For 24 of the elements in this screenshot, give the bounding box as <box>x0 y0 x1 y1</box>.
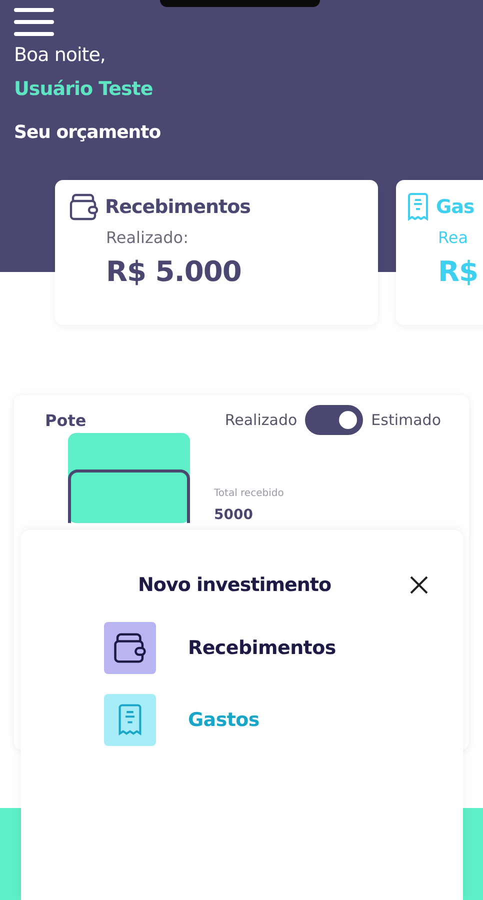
menu-icon[interactable] <box>14 8 56 38</box>
toggle-switch[interactable] <box>305 405 364 435</box>
wallet-icon <box>69 192 99 222</box>
card-amount: R$ 5.000 <box>106 255 242 288</box>
budget-card[interactable]: Recebimentos Realizado: R$ 5.000 <box>55 180 378 325</box>
pot-title: Pote <box>45 410 86 430</box>
card-label: Realizado: <box>106 228 188 247</box>
receipt-icon <box>406 192 430 222</box>
toggle-label: Estimado <box>371 411 441 429</box>
receipt-icon <box>116 703 144 737</box>
total-label: Total recebido <box>214 488 284 499</box>
sheet-title: Novo investimento <box>138 574 332 596</box>
close-icon[interactable] <box>409 575 429 595</box>
greeting-text: Boa noite, <box>14 44 106 66</box>
card-title: Recebimentos <box>105 196 250 218</box>
wallet-icon <box>113 631 147 665</box>
card-amount: R$ <box>438 255 478 288</box>
total-value: 5000 <box>214 507 254 523</box>
section-title: Seu orçamento <box>14 122 161 143</box>
user-name: Usuário Teste <box>14 78 153 100</box>
card-title: Gas <box>436 196 474 218</box>
card-label: Rea <box>438 228 468 247</box>
option-item[interactable]: Recebimentos <box>104 622 336 674</box>
toggle-label: Realizado <box>224 411 298 429</box>
